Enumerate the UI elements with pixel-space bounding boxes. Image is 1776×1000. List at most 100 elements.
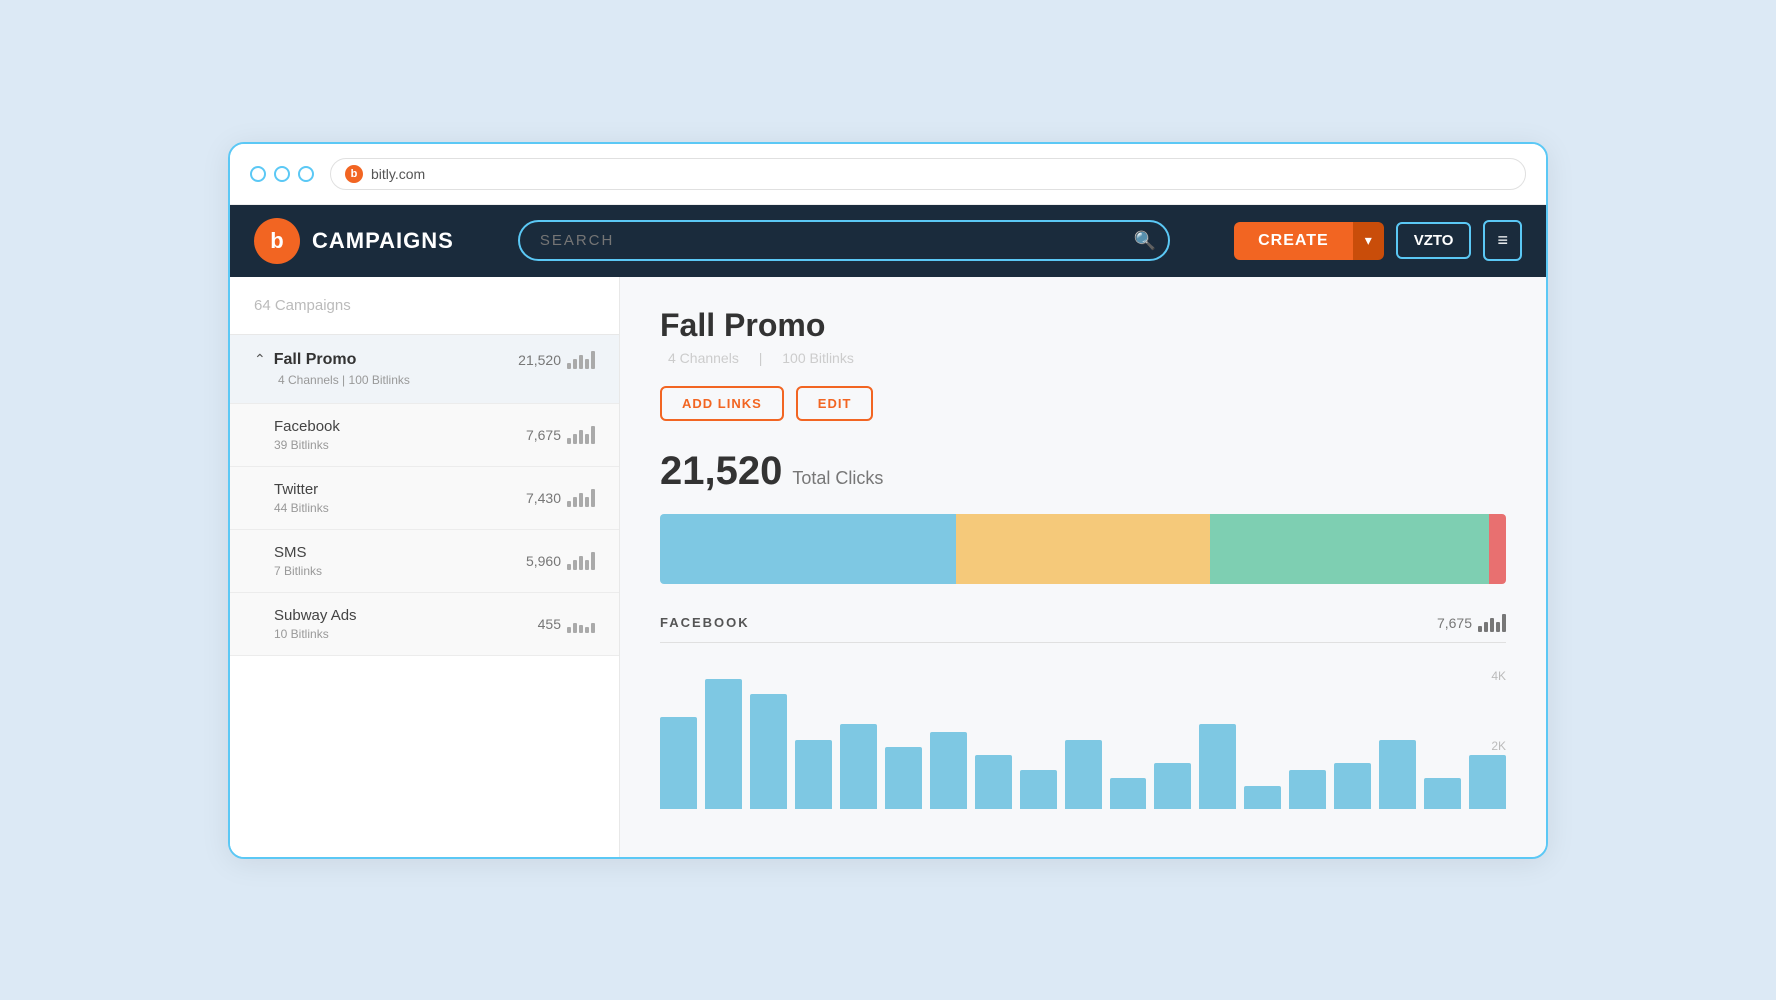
bar-icon-twitter bbox=[567, 489, 595, 507]
total-clicks-number: 21,520 bbox=[660, 449, 782, 494]
menu-button[interactable]: ≡ bbox=[1483, 220, 1522, 261]
sidebar: 64 Campaigns ⌃ Fall Promo 21,520 bbox=[230, 277, 620, 857]
facebook-section-stats: 7,675 bbox=[1437, 614, 1506, 632]
channel-clicks-facebook: 7,675 bbox=[526, 427, 561, 443]
chart-bar bbox=[1379, 740, 1416, 809]
stacked-segment-twitter bbox=[956, 514, 1210, 584]
nav-actions: CREATE ▾ VZTO ≡ bbox=[1234, 220, 1522, 261]
stacked-bar-chart bbox=[660, 514, 1506, 584]
stacked-segment-subway bbox=[1489, 514, 1506, 584]
search-input[interactable] bbox=[518, 220, 1170, 261]
campaign-detail-subtitle: 4 Channels | 100 Bitlinks bbox=[660, 350, 1506, 366]
browser-favicon: b bbox=[345, 165, 363, 183]
bar-icon-facebook bbox=[567, 426, 595, 444]
chevron-down-icon: ▾ bbox=[1365, 232, 1372, 248]
chart-bar bbox=[930, 732, 967, 808]
right-panel: Fall Promo 4 Channels | 100 Bitlinks ADD… bbox=[620, 277, 1546, 857]
add-links-button[interactable]: ADD LINKS bbox=[660, 386, 784, 421]
channel-clicks-sms: 5,960 bbox=[526, 553, 561, 569]
facebook-bar-icon bbox=[1478, 614, 1506, 632]
detail-bitlinks: 100 Bitlinks bbox=[782, 350, 854, 366]
chart-bar bbox=[840, 724, 877, 808]
top-nav: b CAMPAIGNS 🔍 CREATE ▾ VZTO ≡ bbox=[230, 205, 1546, 277]
chart-bar bbox=[1020, 770, 1057, 808]
chart-bar bbox=[975, 755, 1012, 809]
chart-bar bbox=[1469, 755, 1506, 809]
stacked-segment-facebook bbox=[660, 514, 956, 584]
channel-item-subway-ads[interactable]: Subway Ads 10 Bitlinks 455 bbox=[230, 593, 619, 656]
channel-clicks-twitter: 7,430 bbox=[526, 490, 561, 506]
total-clicks-label: Total Clicks bbox=[792, 468, 883, 489]
channel-meta-sms: 7 Bitlinks bbox=[274, 564, 322, 578]
channel-item-facebook[interactable]: Facebook 39 Bitlinks 7,675 bbox=[230, 404, 619, 467]
user-button[interactable]: VZTO bbox=[1396, 222, 1472, 259]
create-button[interactable]: CREATE bbox=[1234, 222, 1353, 260]
channel-item-sms[interactable]: SMS 7 Bitlinks 5,960 bbox=[230, 530, 619, 593]
channel-name-facebook: Facebook bbox=[274, 418, 340, 435]
campaign-detail-title: Fall Promo bbox=[660, 307, 1506, 344]
stacked-segment-sms bbox=[1210, 514, 1489, 584]
search-bar-container: 🔍 bbox=[518, 220, 1170, 261]
chart-bar bbox=[1289, 770, 1326, 808]
channel-meta-twitter: 44 Bitlinks bbox=[274, 501, 329, 515]
chart-bar bbox=[1244, 786, 1281, 809]
browser-dots bbox=[250, 166, 314, 182]
facebook-section-header: FACEBOOK 7,675 bbox=[660, 614, 1506, 643]
channel-meta-facebook: 39 Bitlinks bbox=[274, 438, 340, 452]
app-title: CAMPAIGNS bbox=[312, 228, 454, 254]
create-btn-group: CREATE ▾ bbox=[1234, 222, 1384, 260]
logo-area: b CAMPAIGNS bbox=[254, 218, 454, 264]
browser-window: b bitly.com b CAMPAIGNS 🔍 CREATE ▾ VZTO bbox=[228, 142, 1548, 859]
channel-stats-twitter: 7,430 bbox=[526, 489, 595, 507]
browser-dot-3 bbox=[298, 166, 314, 182]
chart-bar bbox=[1154, 763, 1191, 809]
browser-url: bitly.com bbox=[371, 166, 425, 182]
detail-channels: 4 Channels bbox=[668, 350, 739, 366]
search-icon: 🔍 bbox=[1134, 230, 1156, 251]
facebook-bar-chart bbox=[660, 659, 1506, 819]
browser-address-bar[interactable]: b bitly.com bbox=[330, 158, 1526, 190]
facebook-section-clicks: 7,675 bbox=[1437, 615, 1472, 631]
campaigns-count: 64 Campaigns bbox=[254, 297, 351, 314]
edit-button[interactable]: EDIT bbox=[796, 386, 874, 421]
facebook-section-title: FACEBOOK bbox=[660, 615, 750, 630]
browser-bar: b bitly.com bbox=[230, 144, 1546, 205]
chart-bar bbox=[1110, 778, 1147, 809]
chart-bar bbox=[660, 717, 697, 809]
bar-icon-sms bbox=[567, 552, 595, 570]
action-buttons: ADD LINKS EDIT bbox=[660, 386, 1506, 421]
chart-bar bbox=[705, 679, 742, 809]
chevron-icon: ⌃ bbox=[254, 351, 266, 368]
sidebar-header: 64 Campaigns bbox=[230, 277, 619, 335]
campaign-clicks: 21,520 bbox=[518, 352, 561, 368]
chart-bar bbox=[1424, 778, 1461, 809]
browser-dot-1 bbox=[250, 166, 266, 182]
campaign-meta: 4 Channels | 100 Bitlinks bbox=[254, 373, 595, 387]
channel-clicks-subway-ads: 455 bbox=[538, 616, 561, 632]
logo-icon: b bbox=[254, 218, 300, 264]
channel-name-subway-ads: Subway Ads bbox=[274, 607, 357, 624]
channel-name-twitter: Twitter bbox=[274, 481, 329, 498]
chart-bar bbox=[1065, 740, 1102, 809]
hamburger-icon: ≡ bbox=[1497, 230, 1508, 251]
browser-dot-2 bbox=[274, 166, 290, 182]
channel-stats-sms: 5,960 bbox=[526, 552, 595, 570]
chart-bar bbox=[1334, 763, 1371, 809]
total-clicks-row: 21,520 Total Clicks bbox=[660, 449, 1506, 494]
channel-name-sms: SMS bbox=[274, 544, 322, 561]
chart-bar bbox=[1199, 724, 1236, 808]
channel-stats-subway-ads: 455 bbox=[538, 615, 595, 633]
bar-chart-icon bbox=[567, 351, 595, 369]
chart-bar bbox=[885, 747, 922, 808]
bar-icon-subway-ads bbox=[567, 615, 595, 633]
chart-bar bbox=[750, 694, 787, 809]
main-content: 64 Campaigns ⌃ Fall Promo 21,520 bbox=[230, 277, 1546, 857]
campaign-item-fall-promo[interactable]: ⌃ Fall Promo 21,520 bbox=[230, 335, 619, 404]
channel-item-twitter[interactable]: Twitter 44 Bitlinks 7,430 bbox=[230, 467, 619, 530]
campaign-stats: 21,520 bbox=[518, 351, 595, 369]
create-dropdown-button[interactable]: ▾ bbox=[1353, 222, 1384, 260]
channel-meta-subway-ads: 10 Bitlinks bbox=[274, 627, 357, 641]
channel-stats-facebook: 7,675 bbox=[526, 426, 595, 444]
campaign-title: Fall Promo bbox=[274, 351, 357, 369]
facebook-bar-chart-container: 4K 2K bbox=[660, 659, 1506, 819]
